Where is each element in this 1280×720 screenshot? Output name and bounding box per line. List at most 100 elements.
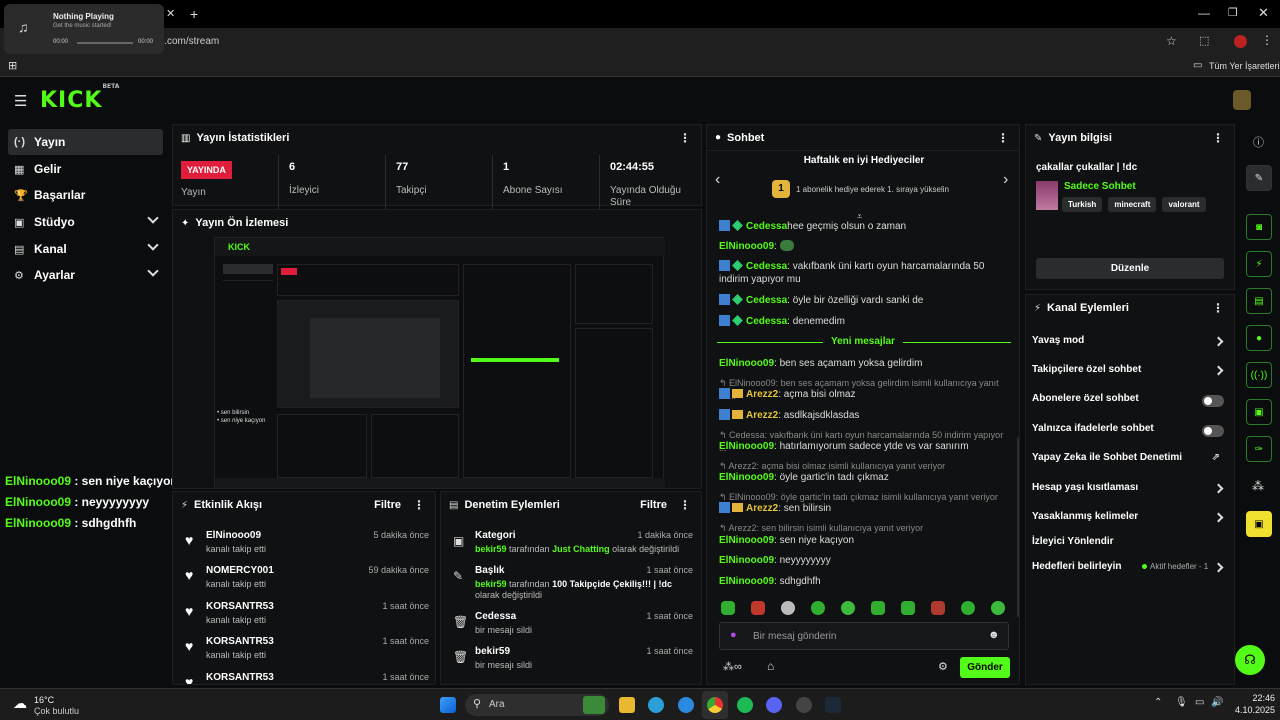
emote-icon[interactable] (931, 601, 945, 615)
start-icon[interactable] (440, 697, 456, 713)
sidebar-item-studyo[interactable]: ▣ Stüdyo (8, 209, 163, 235)
points-icon[interactable]: ⁂∞ (723, 660, 742, 673)
volume-icon[interactable]: 🔊 (1211, 697, 1223, 708)
preview-logo: KICK (228, 242, 250, 252)
display-tray-icon[interactable]: ▭ (1195, 697, 1204, 708)
user-avatar[interactable] (1233, 90, 1251, 110)
taskbar-search[interactable]: ⚲ Ara (465, 694, 609, 716)
edit-button[interactable]: Düzenle (1036, 258, 1224, 279)
sidebar-item-yayin[interactable]: (·) Yayın (8, 129, 163, 155)
gift-rail-button[interactable]: ▣ (1246, 511, 1272, 537)
emote-icon[interactable] (841, 601, 855, 615)
tools-rail-button[interactable]: ✑ (1246, 436, 1272, 462)
mic-tray-icon[interactable]: 🎙 (1175, 697, 1188, 708)
sidebar-item-basarilar[interactable]: 🏆 Başarılar (8, 182, 163, 208)
send-button[interactable]: Gönder (960, 657, 1010, 678)
tag[interactable]: minecraft (1108, 197, 1157, 212)
close-window-icon[interactable]: ✕ (1258, 5, 1269, 21)
media-progress[interactable] (77, 42, 133, 44)
store-icon[interactable]: ⌂ (767, 659, 774, 673)
extensions-icon[interactable]: ⬚ (1199, 34, 1209, 47)
category-link[interactable]: Sadece Sohbet (1064, 181, 1136, 192)
activity-filter-button[interactable]: Filtre (374, 499, 401, 511)
minimize-icon[interactable]: — (1198, 6, 1210, 20)
emote-icon[interactable] (871, 601, 885, 615)
maximize-icon[interactable]: ❐ (1228, 6, 1238, 19)
action-goals[interactable]: Hedefleri belirleyin Aktif hedefler - 1 (1032, 561, 1226, 581)
emoji-icon[interactable]: ☻ (988, 629, 1000, 641)
more-options-icon[interactable]: ⋮ (679, 131, 691, 145)
browser-menu-icon[interactable]: ⋮ (1261, 33, 1273, 47)
layout-rail-button[interactable]: ▣ (1246, 399, 1272, 425)
more-options-icon[interactable]: ⋮ (679, 498, 691, 512)
flash-rail-button[interactable]: ⚡ (1246, 251, 1272, 277)
app-icon[interactable] (796, 697, 812, 713)
camera-rail-button[interactable]: ◙ (1246, 214, 1272, 240)
emote-icon[interactable] (781, 601, 795, 615)
points-rail-icon[interactable]: ⁂ (1252, 479, 1264, 493)
chat-input-box[interactable]: ● Bir mesaj gönderin ☻ (719, 622, 1009, 650)
more-options-icon[interactable]: ⋮ (997, 131, 1009, 145)
chat-scrollbar[interactable] (1017, 437, 1019, 617)
action-host[interactable]: İzleyici Yönlendir (1032, 536, 1226, 556)
telegram-icon[interactable] (648, 697, 664, 713)
edge-icon[interactable] (678, 697, 694, 713)
emote-icon[interactable] (991, 601, 1005, 615)
action-ai-moderation[interactable]: Yapay Zeka ile Sohbet Denetimi ⇗ (1032, 452, 1226, 472)
more-options-icon[interactable]: ⋮ (1212, 131, 1224, 145)
apps-grid-icon[interactable]: ⊞ (8, 59, 17, 72)
subscribers-only-toggle[interactable] (1202, 395, 1224, 407)
action-slow-mode[interactable]: Yavaş mod (1032, 335, 1226, 355)
star-icon[interactable]: ☆ (1166, 34, 1177, 48)
emotes-only-toggle[interactable] (1202, 425, 1224, 437)
file-explorer-icon[interactable] (619, 697, 635, 713)
emote-icon[interactable] (901, 601, 915, 615)
chat-rail-button[interactable]: ● (1246, 325, 1272, 351)
action-account-age[interactable]: Hesap yaşı kısıtlaması (1032, 482, 1226, 502)
tag[interactable]: valorant (1162, 197, 1206, 212)
clock-date[interactable]: 4.10.2025 (1227, 705, 1275, 715)
category-icon: ▣ (453, 534, 465, 548)
heart-icon: ♥ (185, 674, 194, 685)
chevron-left-icon[interactable]: ‹ (715, 171, 720, 189)
emote-icon[interactable] (721, 601, 735, 615)
chevron-right-icon (1213, 483, 1224, 494)
music-note-icon: ♫ (18, 19, 29, 35)
discord-icon[interactable] (766, 697, 782, 713)
moderation-filter-button[interactable]: Filtre (640, 499, 667, 511)
chat-settings-icon[interactable]: ⚙ (938, 660, 948, 673)
emote-icon[interactable] (751, 601, 765, 615)
emote-icon[interactable] (811, 601, 825, 615)
microphone-icon[interactable]: ● (730, 629, 737, 641)
spotify-icon[interactable] (737, 697, 753, 713)
profile-avatar[interactable] (1234, 35, 1247, 48)
broadcast-rail-button[interactable]: ((·)) (1246, 362, 1272, 388)
support-chat-icon[interactable]: ☊ (1235, 645, 1265, 675)
moderation-icon: ▤ (449, 499, 459, 511)
sidebar-item-gelir[interactable]: ▦ Gelir (8, 156, 163, 182)
more-options-icon[interactable]: ⋮ (413, 498, 425, 512)
steam-icon[interactable] (825, 697, 841, 713)
edit-rail-button[interactable]: ✎ (1246, 165, 1272, 191)
kick-logo[interactable]: KICKBETA (40, 83, 119, 113)
media-close-icon[interactable]: ✕ (166, 7, 175, 20)
doc-rail-button[interactable]: ▤ (1246, 288, 1272, 314)
action-followers-only[interactable]: Takipçilere özel sohbet (1032, 364, 1226, 384)
sidebar-item-kanal[interactable]: ▤ Kanal (8, 236, 163, 262)
tag[interactable]: Turkish (1062, 197, 1103, 212)
chat-input[interactable]: Bir mesaj gönderin (753, 631, 836, 642)
preview-video[interactable]: KICK • sen bilirsin • sen niye kaçıyon (214, 237, 665, 489)
emote-icon[interactable] (961, 601, 975, 615)
new-tab-icon[interactable]: + (190, 6, 198, 22)
sidebar-item-ayarlar[interactable]: ⚙ Ayarlar (8, 262, 163, 288)
tray-chevron-icon[interactable]: ⌃ (1154, 697, 1162, 708)
hamburger-menu-icon[interactable]: ☰ (14, 92, 27, 110)
chat-overlay-line: ElNinooo09 : neyyyyyyyy (5, 495, 150, 509)
clock-time[interactable]: 22:46 (1235, 693, 1275, 703)
chrome-icon[interactable] (707, 697, 723, 713)
more-options-icon[interactable]: ⋮ (1212, 301, 1224, 315)
all-bookmarks-link[interactable]: Tüm Yer İşaretleri (1209, 61, 1280, 71)
action-banned-words[interactable]: Yasaklanmış kelimeler (1032, 511, 1226, 531)
chevron-right-icon[interactable]: › (1003, 171, 1008, 189)
info-icon[interactable]: ⓘ (1253, 134, 1264, 150)
